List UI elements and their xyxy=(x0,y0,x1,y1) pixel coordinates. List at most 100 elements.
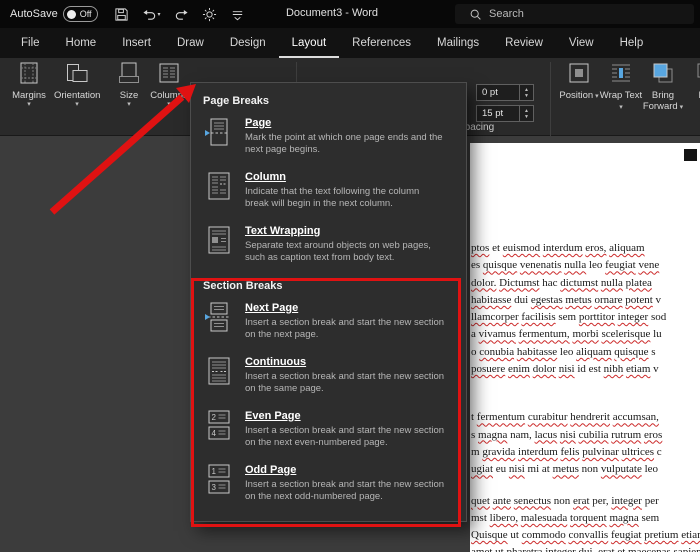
document-page[interactable]: ptos et euismod interdum eros, aliquames… xyxy=(470,143,700,552)
button-label: Columns xyxy=(146,90,192,101)
menu-item-description: Mark the point at which one page ends an… xyxy=(245,132,445,156)
menu-item-title: Odd Page xyxy=(245,464,445,476)
more-commands-icon[interactable] xyxy=(230,7,245,22)
button-label: Wrap Text ▾ xyxy=(598,90,644,112)
document-line: ptos et euismod interdum eros, aliquam xyxy=(471,240,700,257)
tab-review[interactable]: Review xyxy=(492,28,556,58)
autosave-state: Off xyxy=(80,9,92,19)
search-placeholder: Search xyxy=(489,8,524,20)
even-page-break-icon: 24 xyxy=(204,410,234,440)
menu-section-header: Section Breaks xyxy=(191,274,466,297)
ribbon-tabs: FileHomeInsertDrawDesignLayoutReferences… xyxy=(0,28,700,58)
bring-forward-icon xyxy=(651,61,675,85)
tab-view[interactable]: View xyxy=(556,28,607,58)
orientation-icon xyxy=(65,61,89,85)
wrap-text-icon xyxy=(609,61,633,85)
tab-home[interactable]: Home xyxy=(53,28,110,58)
autosave-toggle[interactable]: AutoSave Off xyxy=(10,6,98,22)
document-line: es quisque venenatis nulla leo feugiat v… xyxy=(471,257,700,274)
titlebar: AutoSave Off ▾ Document3 - Word Sea xyxy=(0,0,700,28)
continuous-break-icon xyxy=(204,356,234,386)
columns-button[interactable]: Columns▾ xyxy=(146,61,192,109)
tab-references[interactable]: References xyxy=(339,28,424,58)
menu-item-title: Text Wrapping xyxy=(245,225,445,237)
document-line: ugiat eu nisi mi at metus non vulputate … xyxy=(471,461,700,478)
search-icon xyxy=(469,8,482,21)
menu-item-description: Insert a section break and start the new… xyxy=(245,317,445,341)
spacing-before-spinbox[interactable]: 0 pt ▲▼ xyxy=(476,84,534,101)
tab-design[interactable]: Design xyxy=(217,28,279,58)
breaks-menu-item-column[interactable]: ColumnIndicate that the text following t… xyxy=(191,166,466,220)
undo-button[interactable]: ▾ xyxy=(142,7,161,22)
document-line: a vivamus fermentum, morbi scelerisque l… xyxy=(471,326,700,343)
text-wrapping-break-icon xyxy=(204,225,234,255)
menu-item-description: Insert a section break and start the new… xyxy=(245,371,445,395)
save-icon[interactable] xyxy=(114,7,129,22)
document-line: llamcorper facilisis sem porttitor integ… xyxy=(471,309,700,326)
button-label: Ba ▾ xyxy=(684,90,700,101)
redo-icon[interactable] xyxy=(174,7,189,22)
svg-text:1: 1 xyxy=(212,467,217,476)
columns-icon xyxy=(157,61,181,85)
autosave-label: AutoSave xyxy=(10,8,58,20)
column-break-icon xyxy=(204,171,234,201)
menu-item-title: Page xyxy=(245,117,445,129)
brightness-icon[interactable] xyxy=(202,7,217,22)
document-line: habitasse dui egestas metus ornare poten… xyxy=(471,292,700,309)
document-text: ptos et euismod interdum eros, aliquames… xyxy=(471,240,700,552)
spacing-after-spinbox[interactable]: 15 pt ▲▼ xyxy=(476,105,534,122)
button-label: Position ▾ xyxy=(556,90,602,101)
document-line: amet ut pharetra integer dui, erat et ma… xyxy=(471,544,700,552)
button-label: Bring Forward ▾ xyxy=(640,90,686,112)
position-icon xyxy=(567,61,591,85)
position-button[interactable]: Position ▾ xyxy=(556,61,602,101)
margins-button[interactable]: Margins▾ xyxy=(6,61,52,109)
autosave-switch[interactable]: Off xyxy=(63,6,98,22)
button-label: Margins xyxy=(6,90,52,101)
button-label: Orientation xyxy=(54,90,100,101)
svg-text:3: 3 xyxy=(212,483,217,492)
spinner-arrows-icon[interactable]: ▲▼ xyxy=(519,106,533,121)
menu-item-title: Continuous xyxy=(245,356,445,368)
menu-item-title: Even Page xyxy=(245,410,445,422)
document-line: m gravida interdum felis pulvinar ultric… xyxy=(471,444,700,461)
breaks-menu-item-odd-page[interactable]: 13Odd PageInsert a section break and sta… xyxy=(191,459,466,513)
search-input[interactable]: Search xyxy=(455,4,694,24)
document-line: s magna nam, lacus nisi cubilia rutrum e… xyxy=(471,427,700,444)
tab-insert[interactable]: Insert xyxy=(109,28,164,58)
window-title: Document3 - Word xyxy=(252,7,412,19)
wrap-text-button[interactable]: Wrap Text ▾ xyxy=(598,61,644,112)
document-line: o conubia habitasse leo aliquam quisque … xyxy=(471,344,700,361)
document-line: t fermentum curabitur hendrerit accumsan… xyxy=(471,409,700,426)
tab-file[interactable]: File xyxy=(8,28,53,58)
breaks-menu-item-next-page[interactable]: Next Page Insert a section break and star… xyxy=(191,297,466,351)
breaks-menu-sections: Page BreaksPageMark the point at which o… xyxy=(191,89,466,513)
bring-forward-button[interactable]: Bring Forward ▾ xyxy=(640,61,686,112)
margins-icon xyxy=(17,61,41,85)
next-page-break-icon xyxy=(204,302,234,332)
spinner-arrows-icon[interactable]: ▲▼ xyxy=(519,85,533,100)
tab-draw[interactable]: Draw xyxy=(164,28,217,58)
toggle-knob-icon xyxy=(67,10,76,19)
tab-layout[interactable]: Layout xyxy=(279,28,340,58)
menu-item-title: Next Page xyxy=(245,302,445,314)
svg-text:2: 2 xyxy=(212,413,217,422)
breaks-menu-item-continuous[interactable]: Continuous Insert a section break and sta… xyxy=(191,351,466,405)
document-line: quet ante senectus non erat per, integer… xyxy=(471,493,700,510)
page-break-icon xyxy=(204,117,234,147)
odd-page-break-icon: 13 xyxy=(204,464,234,494)
clipped-button-ba[interactable]: Ba ▾ xyxy=(684,61,700,101)
document-line: Quisque ut commodo convallis feugiat pre… xyxy=(471,527,700,544)
page-top-right-marker xyxy=(684,149,697,161)
tab-help[interactable]: Help xyxy=(607,28,657,58)
orientation-button[interactable]: Orientation▾ xyxy=(54,61,100,109)
breaks-menu-item-text-wrapping[interactable]: Text WrappingSeparate text around object… xyxy=(191,220,466,274)
document-line: dolor. Dictumst hac dictumst nulla plate… xyxy=(471,275,700,292)
menu-item-description: Insert a section break and start the new… xyxy=(245,479,445,503)
chevron-down-icon: ▾ xyxy=(158,11,161,18)
breaks-menu-item-even-page[interactable]: 24Even PageInsert a section break and st… xyxy=(191,405,466,459)
menu-item-description: Indicate that the text following the col… xyxy=(245,186,445,210)
tab-mailings[interactable]: Mailings xyxy=(424,28,492,58)
spacing-before-value: 0 pt xyxy=(482,87,498,98)
breaks-menu-item-page[interactable]: Page Mark the point at which one page end… xyxy=(191,112,466,166)
